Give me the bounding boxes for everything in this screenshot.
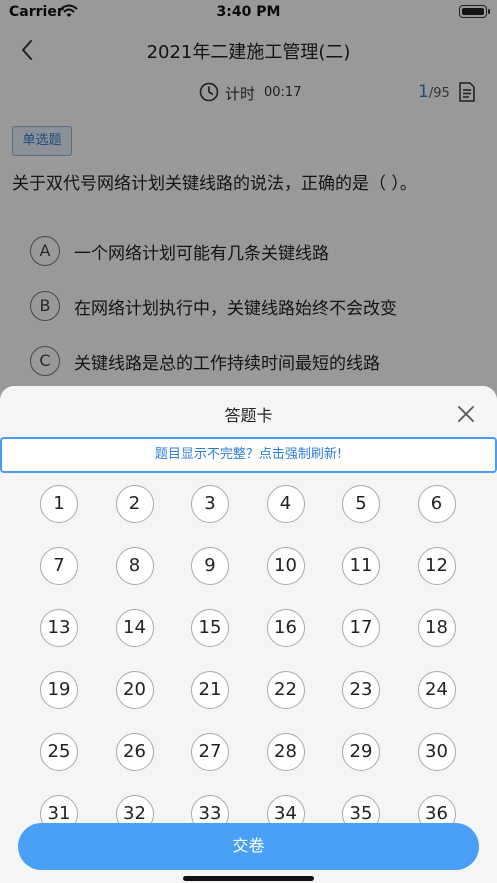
question-number-button[interactable]: 25 — [40, 733, 78, 771]
question-number-button[interactable]: 29 — [342, 733, 380, 771]
question-number-button[interactable]: 22 — [266, 671, 305, 709]
question-number-button[interactable]: 18 — [417, 609, 456, 647]
close-icon[interactable] — [456, 404, 476, 424]
question-number-button[interactable]: 9 — [191, 547, 229, 585]
home-indicator — [183, 876, 314, 881]
question-number-button[interactable]: 26 — [115, 733, 154, 771]
question-number-button[interactable]: 19 — [40, 671, 78, 709]
question-number-button[interactable]: 7 — [40, 547, 78, 585]
submit-button[interactable]: 交卷 — [18, 823, 479, 870]
question-number-button[interactable]: 27 — [191, 733, 229, 771]
question-number-button[interactable]: 16 — [266, 609, 305, 647]
force-refresh-button[interactable]: 题目显示不完整？点击强制刷新! — [0, 437, 497, 473]
question-number-button[interactable]: 1 — [40, 485, 78, 523]
answer-sheet-panel: 答题卡 题目显示不完整？点击强制刷新! 1 2 3 4 5 6 7 8 9 10 11 12 13 14 1… — [0, 386, 497, 883]
question-number-button[interactable]: 6 — [417, 485, 456, 523]
question-number-button[interactable]: 5 — [342, 485, 380, 523]
question-number-button[interactable]: 3 — [191, 485, 229, 523]
question-number-button[interactable]: 8 — [115, 547, 154, 585]
question-number-button[interactable]: 2 — [115, 485, 154, 523]
answer-sheet-title: 答题卡 — [224, 406, 273, 425]
question-number-button[interactable]: 20 — [115, 671, 154, 709]
question-number-button[interactable]: 11 — [342, 547, 380, 585]
question-number-button[interactable]: 17 — [342, 609, 380, 647]
question-number-button[interactable]: 14 — [115, 609, 154, 647]
question-number-button[interactable]: 24 — [417, 671, 456, 709]
question-number-button[interactable]: 28 — [266, 733, 305, 771]
question-number-button[interactable]: 30 — [417, 733, 456, 771]
question-number-button[interactable]: 4 — [266, 485, 305, 523]
question-number-button[interactable]: 13 — [40, 609, 78, 647]
question-number-button[interactable]: 23 — [342, 671, 380, 709]
question-number-button[interactable]: 10 — [266, 547, 305, 585]
question-number-button[interactable]: 12 — [417, 547, 456, 585]
question-number-button[interactable]: 15 — [191, 609, 229, 647]
question-number-button[interactable]: 21 — [191, 671, 229, 709]
